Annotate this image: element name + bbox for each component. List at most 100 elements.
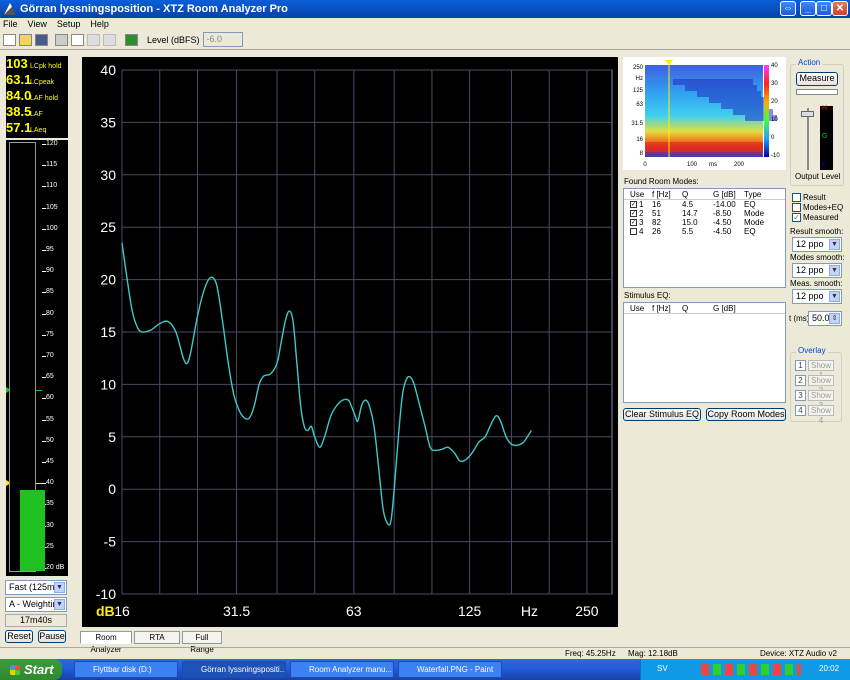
overlay-number[interactable]: 4 — [795, 405, 806, 416]
import-icon[interactable] — [71, 33, 84, 46]
use-checkbox[interactable]: ✓ — [630, 210, 637, 218]
new-icon[interactable] — [3, 33, 16, 46]
meter-tick-label: 120 — [46, 140, 58, 147]
start-label: Start — [24, 662, 54, 677]
column-header[interactable]: Type — [744, 190, 774, 199]
spectrogram-x-tick: 100 — [687, 162, 698, 168]
t-ms-spinner[interactable]: 50.0 ⇕ — [808, 311, 842, 326]
meter-tick — [42, 186, 46, 188]
modes-smooth-select[interactable]: 12 ppo ▼ — [792, 263, 842, 278]
meter-tick — [42, 250, 46, 251]
output-level-slider[interactable] — [801, 111, 814, 117]
maximize-button[interactable]: □ — [816, 1, 832, 16]
task-room-analyzer[interactable]: Görran lyssningspositi... — [182, 661, 286, 678]
pause-button[interactable]: Pause — [38, 630, 66, 643]
column-header[interactable]: Q — [682, 304, 713, 313]
spectrogram-y-tick: 63 — [636, 102, 643, 108]
overlay-number[interactable]: 1 — [795, 360, 806, 371]
use-cell[interactable]: ✓ 3 — [624, 218, 652, 227]
tab-full-range[interactable]: Full Range — [182, 631, 222, 654]
print-icon[interactable] — [55, 33, 68, 46]
overlay-show-button[interactable]: Show 4 — [808, 405, 834, 425]
waterfall-spectrogram[interactable]: 250 Hz 125 63 31.5 16 8 0 100 ms 200 40 30 20 10 0 -10 — [623, 57, 786, 170]
save-icon[interactable] — [35, 33, 48, 46]
display-checkbox-modes-eq[interactable]: Modes+EQ — [792, 203, 843, 212]
tray-icons[interactable] — [701, 664, 801, 675]
level-input[interactable]: -6.0 — [202, 32, 243, 47]
use-checkbox[interactable]: ✓ — [630, 219, 637, 227]
overlay-item-2[interactable]: 2Show 2 — [795, 375, 834, 395]
rta-left-icon[interactable] — [87, 33, 100, 46]
overlay-item-4[interactable]: 4 Show 4 — [795, 405, 834, 425]
clear-stimulus-eq-button[interactable]: Clear Stimulus EQ — [623, 408, 701, 421]
copy-room-modes-button[interactable]: Copy Room Modes — [706, 408, 786, 421]
overlay-number[interactable]: 2 — [795, 375, 806, 386]
level-icon[interactable] — [125, 33, 138, 46]
frequency-response-chart[interactable]: 40 35 30 25 20 15 10 5 0 -5 -10 16 31.5 63 125 Hz 250 dB — [82, 57, 618, 627]
column-header[interactable]: Q — [682, 190, 713, 199]
stimulus-eq-list[interactable]: Use f [Hz] Q G [dB] — [623, 302, 786, 403]
use-cell[interactable]: ✓ 1 — [624, 200, 652, 209]
overlay-show-button[interactable]: Show 1 — [808, 360, 834, 380]
column-header[interactable]: G [dB] — [713, 304, 744, 313]
menu-help[interactable]: Help — [90, 19, 109, 29]
modes-smooth-value: 12 ppo — [796, 265, 824, 275]
use-checkbox[interactable]: ✓ — [630, 201, 637, 209]
meas-smooth-select[interactable]: 12 ppo ▼ — [792, 289, 842, 304]
column-header[interactable]: Use — [624, 304, 652, 313]
rta-right-icon[interactable] — [103, 33, 116, 46]
display-checkbox-measured[interactable]: ✓ Measured — [792, 213, 839, 222]
task-removable-disk[interactable]: Flyttbar disk (D:) — [74, 661, 178, 678]
speed-select[interactable]: Fast (125ms) ▼ — [5, 580, 67, 595]
checkbox[interactable] — [792, 203, 801, 212]
menu-setup[interactable]: Setup — [57, 19, 81, 29]
use-cell[interactable]: 4 — [624, 227, 652, 236]
overlay-item-1[interactable]: 1Show 1 — [795, 360, 834, 380]
time-cursor-handle-icon[interactable] — [665, 60, 673, 65]
overlay-number[interactable]: 3 — [795, 390, 806, 401]
meter-tick — [42, 207, 46, 209]
language-indicator[interactable]: SV — [657, 664, 668, 673]
table-row[interactable]: ✓ 3 82 15.0 -4.50 Mode — [624, 218, 785, 227]
tab-room-analyzer[interactable]: Room Analyzer — [80, 631, 132, 654]
column-header[interactable]: f [Hz] — [652, 304, 682, 313]
table-row[interactable]: ✓ 2 51 14.7 -8.50 Mode — [624, 209, 785, 218]
column-header[interactable]: f [Hz] — [652, 190, 682, 199]
result-smooth-select[interactable]: 12 ppo ▼ — [792, 237, 842, 252]
table-row[interactable]: ✓ 1 16 4.5 -14.00 EQ — [624, 200, 785, 209]
start-button[interactable]: Start — [0, 659, 62, 680]
table-row[interactable]: 4 26 5.5 -4.50 EQ — [624, 227, 785, 236]
room-modes-list[interactable]: Use f [Hz] Q G [dB] Type ✓ 1 16 4.5 -14.00 EQ ✓ 2 51… — [623, 188, 786, 288]
spectrogram-decay-band — [697, 91, 761, 97]
open-folder-icon[interactable] — [19, 33, 32, 46]
column-header[interactable]: G [dB] — [713, 190, 744, 199]
overlay-show-button[interactable]: Show 3 — [808, 390, 834, 410]
reset-button[interactable]: Reset — [5, 630, 33, 643]
close-button[interactable]: ✕ — [832, 1, 848, 16]
chevron-down-icon: ▼ — [54, 582, 65, 593]
use-cell[interactable]: ✓ 2 — [624, 209, 652, 218]
measure-button[interactable]: Measure — [796, 72, 838, 86]
checkbox[interactable]: ✓ — [792, 213, 801, 222]
spectrogram-plot[interactable]: 250Hz1256331.51680 100 ms 200403020100-10 — [623, 57, 786, 170]
tab-rta[interactable]: RTA — [134, 631, 180, 644]
task-paint[interactable]: Waterfall.PNG - Paint — [398, 661, 502, 678]
frequency-response-plot[interactable]: 40 35 30 25 20 15 10 5 0 -5 -1016 31.5 63 125 Hz 250 dB — [82, 57, 618, 627]
reading-row: 38.5 LAF — [6, 104, 68, 120]
display-checkbox-result[interactable]: Result — [792, 193, 826, 202]
task-manual[interactable]: Room Analyzer manu... — [290, 661, 394, 678]
menu-file[interactable]: File — [3, 19, 18, 29]
restore-extra-button[interactable]: ⇔ — [780, 1, 796, 16]
column-header[interactable]: Use — [624, 190, 652, 199]
weighting-select[interactable]: A - Weighting ▼ — [5, 597, 67, 612]
reading-label: LAF — [30, 111, 43, 118]
overlay-show-button[interactable]: Show 2 — [808, 375, 834, 395]
row-number: 3 — [639, 218, 644, 227]
row-number: 2 — [639, 209, 644, 218]
menu-view[interactable]: View — [28, 19, 47, 29]
use-checkbox[interactable] — [630, 228, 637, 236]
checkbox[interactable] — [792, 193, 801, 202]
overlay-item-3[interactable]: 3Show 3 — [795, 390, 834, 410]
minimize-button[interactable]: _ — [800, 1, 816, 16]
t-ms-value: 50.0 — [812, 313, 830, 323]
